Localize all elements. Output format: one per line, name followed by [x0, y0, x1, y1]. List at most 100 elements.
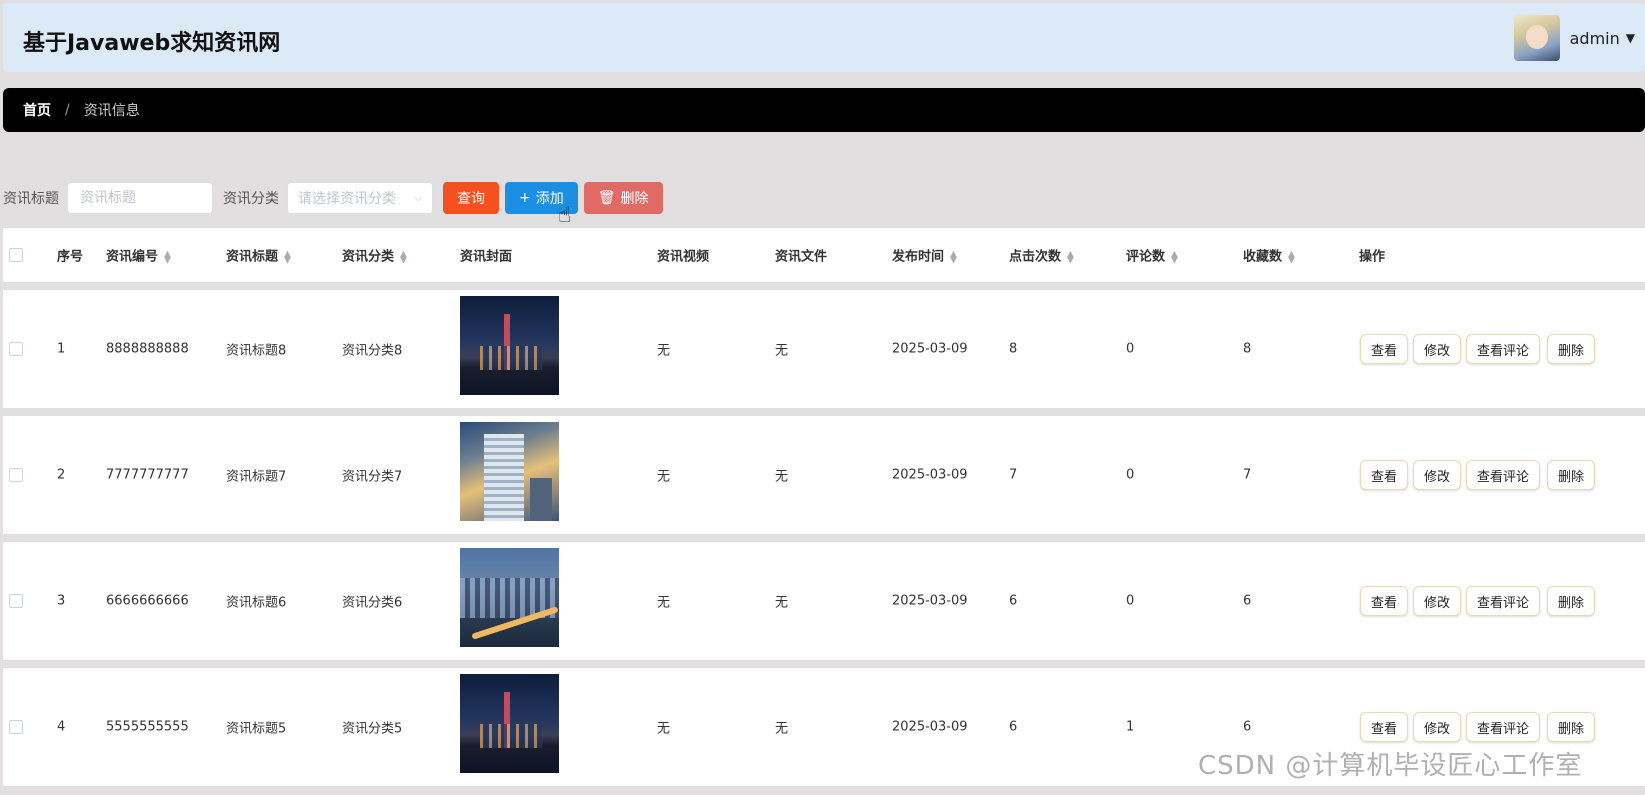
news-video: 无: [657, 595, 671, 611]
news-category: 资讯分类5: [342, 721, 403, 737]
avatar[interactable]: [1513, 15, 1560, 61]
news-title: 资讯标题6: [226, 595, 287, 611]
news-category: 资讯分类7: [342, 469, 403, 485]
sort-icon: ▲ ▼: [164, 249, 171, 265]
column-header-sortable[interactable]: 资讯编号 ▲ ▼: [106, 246, 171, 265]
hand-cursor-icon: ☝: [558, 203, 572, 228]
publish-date: 2025-03-09: [892, 719, 968, 735]
column-header-sortable[interactable]: 点击次数 ▲ ▼: [1009, 246, 1074, 265]
news-cover-image[interactable]: [460, 296, 559, 395]
news-file: 无: [775, 595, 789, 611]
view-comments-button[interactable]: 查看评论: [1466, 586, 1541, 616]
caret-down-icon[interactable]: ▼: [1626, 31, 1635, 45]
breadcrumb: 首页 / 资讯信息: [3, 88, 1645, 132]
favorite-count: 8: [1243, 341, 1252, 357]
view-button[interactable]: 查看: [1360, 334, 1409, 364]
news-video: 无: [657, 721, 671, 737]
column-header: 序号: [57, 249, 84, 265]
comment-count: 0: [1126, 341, 1135, 357]
publish-date: 2025-03-09: [892, 467, 968, 483]
row-index: 4: [57, 719, 66, 735]
news-title: 资讯标题5: [226, 721, 287, 737]
category-select-placeholder: 请选择资讯分类: [298, 191, 396, 207]
query-button-label: 查询: [457, 191, 485, 207]
row-index: 2: [57, 467, 66, 483]
edit-button[interactable]: 修改: [1413, 334, 1462, 364]
column-header-sortable[interactable]: 资讯标题 ▲ ▼: [226, 246, 291, 265]
view-button[interactable]: 查看: [1360, 712, 1409, 742]
view-comments-button[interactable]: 查看评论: [1466, 334, 1541, 364]
site-title: 基于Javaweb求知资讯网: [23, 31, 281, 56]
news-file: 无: [775, 343, 789, 359]
news-code: 6666666666: [106, 593, 189, 609]
delete-button[interactable]: 删除: [1547, 586, 1596, 616]
batch-delete-label: 删除: [620, 191, 649, 207]
news-category: 资讯分类8: [342, 343, 403, 359]
sort-icon: ▲ ▼: [284, 249, 291, 265]
table-header: 序号 资讯编号 ▲ ▼ 资讯标题 ▲ ▼ 资讯分类 ▲ ▼ 资讯封面 资讯视频 资讯文件 发…: [3, 228, 1645, 282]
query-button[interactable]: 查询: [443, 182, 499, 214]
batch-delete-button[interactable]: 🗑 删除: [583, 182, 663, 214]
sort-icon: ▲ ▼: [1067, 249, 1074, 265]
column-header-sortable[interactable]: 资讯分类 ▲ ▼: [342, 246, 407, 265]
watermark: CSDN @计算机毕设匠心工作室: [1198, 751, 1583, 781]
row-checkbox[interactable]: [9, 720, 23, 734]
trash-icon: 🗑: [597, 190, 616, 206]
news-file: 无: [775, 721, 789, 737]
table-row: 3 6666666666 资讯标题6 资讯分类6 无 无 2025-03-09 …: [3, 542, 1645, 660]
plus-icon: +: [519, 190, 531, 206]
news-code: 8888888888: [106, 341, 189, 357]
news-video: 无: [657, 343, 671, 359]
column-header-sortable[interactable]: 收藏数 ▲ ▼: [1243, 246, 1295, 265]
row-checkbox[interactable]: [9, 594, 23, 608]
title-search-input[interactable]: [67, 182, 213, 214]
breadcrumb-home[interactable]: 首页: [23, 100, 51, 120]
news-file: 无: [775, 469, 789, 485]
news-cover-image[interactable]: [460, 674, 559, 773]
publish-date: 2025-03-09: [892, 593, 968, 609]
view-comments-button[interactable]: 查看评论: [1466, 460, 1541, 490]
click-count: 8: [1009, 341, 1018, 357]
column-header-sortable[interactable]: 发布时间 ▲ ▼: [892, 246, 957, 265]
category-select[interactable]: 请选择资讯分类 ⌵: [287, 182, 433, 214]
delete-button[interactable]: 删除: [1547, 334, 1596, 364]
sort-icon: ▲ ▼: [1171, 249, 1178, 265]
comment-count: 0: [1126, 593, 1135, 609]
edit-button[interactable]: 修改: [1413, 712, 1462, 742]
view-comments-button[interactable]: 查看评论: [1466, 712, 1541, 742]
sort-icon: ▲ ▼: [950, 249, 957, 265]
column-header-sortable[interactable]: 评论数 ▲ ▼: [1126, 246, 1178, 265]
select-all-checkbox[interactable]: [9, 248, 23, 262]
sort-icon: ▲ ▼: [1288, 249, 1295, 265]
sort-icon: ▲ ▼: [400, 249, 407, 265]
publish-date: 2025-03-09: [892, 341, 968, 357]
chevron-down-icon: ⌵: [414, 192, 422, 204]
favorite-count: 6: [1243, 719, 1252, 735]
column-header: 资讯封面: [460, 249, 513, 265]
delete-button[interactable]: 删除: [1547, 712, 1596, 742]
news-cover-image[interactable]: [460, 548, 559, 647]
breadcrumb-separator: /: [65, 102, 70, 118]
row-checkbox[interactable]: [9, 468, 23, 482]
view-button[interactable]: 查看: [1360, 460, 1409, 490]
row-checkbox[interactable]: [9, 342, 23, 356]
news-code: 5555555555: [106, 719, 189, 735]
comment-count: 1: [1126, 719, 1135, 735]
edit-button[interactable]: 修改: [1413, 586, 1462, 616]
row-index: 1: [57, 341, 66, 357]
news-category: 资讯分类6: [342, 595, 403, 611]
edit-button[interactable]: 修改: [1413, 460, 1462, 490]
news-cover-image[interactable]: [460, 422, 559, 521]
column-header: 资讯文件: [775, 249, 828, 265]
view-button[interactable]: 查看: [1360, 586, 1409, 616]
table-row: 2 7777777777 资讯标题7 资讯分类7 无 无 2025-03-09 …: [3, 416, 1645, 534]
news-video: 无: [657, 469, 671, 485]
delete-button[interactable]: 删除: [1547, 460, 1596, 490]
user-menu[interactable]: admin ▼: [1513, 15, 1635, 61]
category-search-label: 资讯分类: [223, 191, 279, 207]
column-header: 操作: [1359, 249, 1386, 265]
news-title: 资讯标题7: [226, 469, 287, 485]
favorite-count: 7: [1243, 467, 1252, 483]
username[interactable]: admin: [1570, 29, 1620, 48]
row-index: 3: [57, 593, 66, 609]
